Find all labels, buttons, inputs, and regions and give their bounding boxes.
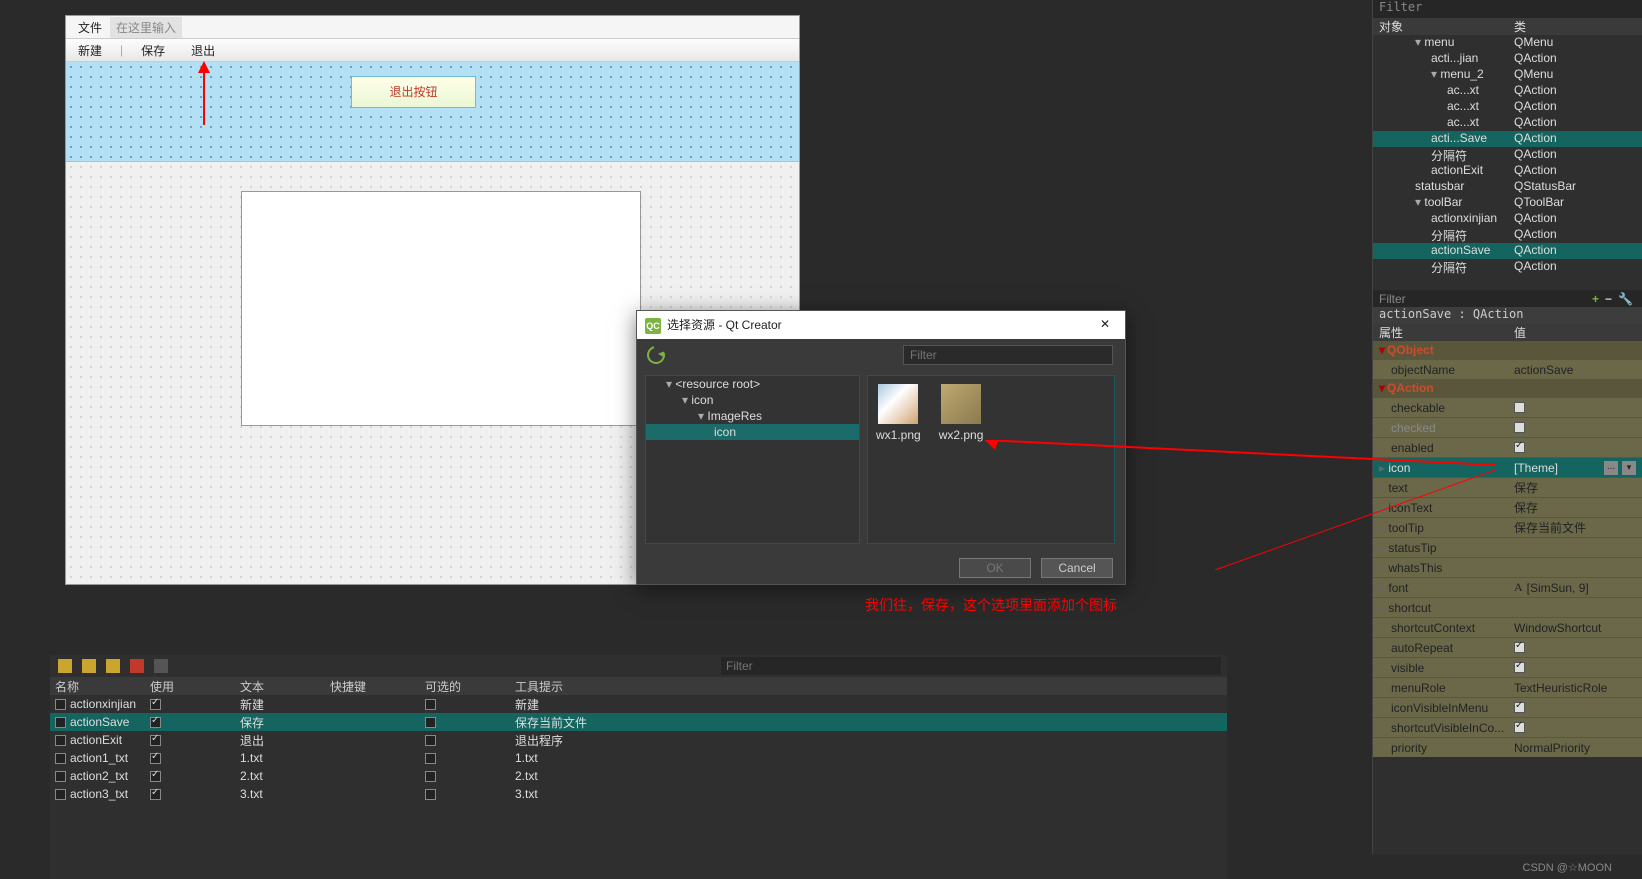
prop-row[interactable]: priorityNormalPriority (1373, 737, 1642, 757)
menu-file[interactable]: 文件 (72, 17, 108, 38)
remove-prop-icon[interactable]: − (1602, 292, 1615, 306)
thumb-wx1[interactable]: wx1.png (876, 384, 921, 442)
annotation-arrow-save (203, 65, 205, 125)
obj-row[interactable]: menuQMenu (1373, 35, 1642, 51)
obj-row[interactable]: acti...SaveQAction (1373, 131, 1642, 147)
prop-row[interactable]: shortcut (1373, 597, 1642, 617)
dialog-titlebar[interactable]: QC 选择资源 - Qt Creator ✕ (637, 311, 1125, 339)
ok-button[interactable]: OK (959, 558, 1031, 578)
prop-group[interactable]: QObject (1373, 341, 1642, 359)
browse-icon[interactable]: ... (1604, 461, 1618, 475)
prop-header: 属性值 (1373, 324, 1642, 341)
obj-header: 对象类 (1373, 18, 1642, 35)
property-editor: Filter +−🔧 actionSave : QAction 属性值 QObj… (1372, 290, 1642, 854)
dock-area: 退出按钮 (66, 62, 799, 162)
new-action-icon[interactable] (58, 659, 72, 673)
obj-row[interactable]: 分隔符QAction (1373, 147, 1642, 163)
resource-tree[interactable]: <resource root> icon ImageRes icon (645, 375, 860, 544)
tree-icon-leaf[interactable]: icon (646, 424, 859, 440)
paste-action-icon[interactable] (106, 659, 120, 673)
copy-action-icon[interactable] (82, 659, 96, 673)
action-toolbar[interactable] (50, 655, 1227, 677)
prop-row[interactable]: shortcutVisibleInCo... (1373, 717, 1642, 737)
text-edit-widget[interactable] (241, 191, 641, 426)
obj-row[interactable]: statusbarQStatusBar (1373, 179, 1642, 195)
prop-row[interactable]: visible (1373, 657, 1642, 677)
action-row[interactable]: actionExit 退出 退出程序 (50, 731, 1227, 749)
obj-filter-input[interactable]: Filter (1373, 0, 1642, 18)
action-row[interactable]: action3_txt 3.txt 3.txt (50, 785, 1227, 803)
prop-row[interactable]: text保存 (1373, 477, 1642, 497)
prop-row[interactable]: fontA [SimSun, 9] (1373, 577, 1642, 597)
action-editor: 名称 使用 文本 快捷键 可选的 工具提示 actionxinjian 新建 新… (50, 655, 1227, 879)
action-row[interactable]: actionxinjian 新建 新建 (50, 695, 1227, 713)
object-inspector: Filter 对象类 menuQMenuacti...jianQActionme… (1372, 0, 1642, 290)
qtcreator-icon: QC (645, 318, 661, 334)
cancel-button[interactable]: Cancel (1041, 558, 1113, 578)
tree-imageres[interactable]: ImageRes (646, 408, 859, 424)
prop-row[interactable]: statusTip (1373, 537, 1642, 557)
prop-filter[interactable]: Filter +−🔧 (1373, 290, 1642, 307)
tree-root[interactable]: <resource root> (646, 376, 859, 392)
dropdown-icon[interactable]: ▾ (1622, 461, 1636, 475)
prop-row[interactable]: shortcutContextWindowShortcut (1373, 617, 1642, 637)
obj-row[interactable]: menu_2QMenu (1373, 67, 1642, 83)
edit-action-icon[interactable] (154, 659, 168, 673)
action-row[interactable]: action2_txt 2.txt 2.txt (50, 767, 1227, 785)
watermark: CSDN @☆MOON (1523, 861, 1612, 874)
dialog-filter-input[interactable] (903, 345, 1113, 365)
prop-row[interactable]: whatsThis (1373, 557, 1642, 577)
prop-group[interactable]: QAction (1373, 379, 1642, 397)
refresh-icon[interactable] (644, 343, 669, 368)
action-table[interactable]: 名称 使用 文本 快捷键 可选的 工具提示 actionxinjian 新建 新… (50, 677, 1227, 879)
close-icon[interactable]: ✕ (1093, 315, 1117, 335)
action-filter-input[interactable] (721, 657, 1221, 675)
toolbar-save[interactable]: 保存 (141, 42, 165, 59)
obj-row[interactable]: 分隔符QAction (1373, 259, 1642, 275)
action-row[interactable]: actionSave 保存 保存当前文件 (50, 713, 1227, 731)
toolbar[interactable]: 新建 | 保存 退出 (66, 39, 799, 62)
prop-row[interactable]: icon[Theme]...▾ (1373, 457, 1642, 477)
menu-type-here[interactable]: 在这里输入 (110, 17, 182, 38)
prop-row[interactable]: iconVisibleInMenu (1373, 697, 1642, 717)
prop-row[interactable]: enabled (1373, 437, 1642, 457)
annotation-text: 我们往，保存，这个选项里面添加个图标 (865, 595, 1117, 615)
thumb-label: wx2.png (939, 428, 984, 442)
prop-row[interactable]: iconText保存 (1373, 497, 1642, 517)
obj-row[interactable]: ac...xtQAction (1373, 99, 1642, 115)
obj-row[interactable]: actionSaveQAction (1373, 243, 1642, 259)
resource-dialog: QC 选择资源 - Qt Creator ✕ <resource root> ic… (636, 310, 1126, 585)
tree-icon[interactable]: icon (646, 392, 859, 408)
exit-button[interactable]: 退出按钮 (351, 76, 476, 108)
obj-row[interactable]: actionExitQAction (1373, 163, 1642, 179)
resource-preview[interactable]: wx1.png wx2.png (867, 375, 1115, 544)
prop-row[interactable]: checkable (1373, 397, 1642, 417)
prop-row[interactable]: autoRepeat (1373, 637, 1642, 657)
obj-row[interactable]: actionxinjianQAction (1373, 211, 1642, 227)
obj-row[interactable]: acti...jianQAction (1373, 51, 1642, 67)
action-row[interactable]: action1_txt 1.txt 1.txt (50, 749, 1227, 767)
delete-action-icon[interactable] (130, 659, 144, 673)
prop-row[interactable]: toolTip保存当前文件 (1373, 517, 1642, 537)
dialog-title-text: 选择资源 - Qt Creator (667, 318, 782, 332)
obj-row[interactable]: ac...xtQAction (1373, 83, 1642, 99)
prop-row[interactable]: menuRoleTextHeuristicRole (1373, 677, 1642, 697)
menubar[interactable]: 文件 在这里输入 (66, 16, 799, 39)
prop-row[interactable]: checked (1373, 417, 1642, 437)
thumb-wx2[interactable]: wx2.png (939, 384, 984, 442)
prop-row[interactable]: objectNameactionSave (1373, 359, 1642, 379)
action-table-header: 名称 使用 文本 快捷键 可选的 工具提示 (50, 677, 1227, 695)
obj-row[interactable]: 分隔符QAction (1373, 227, 1642, 243)
add-prop-icon[interactable]: + (1589, 292, 1602, 306)
toolbar-new[interactable]: 新建 (78, 42, 102, 59)
prop-title: actionSave : QAction (1373, 307, 1642, 324)
obj-row[interactable]: ac...xtQAction (1373, 115, 1642, 131)
tool-prop-icon[interactable]: 🔧 (1615, 292, 1636, 306)
thumb-label: wx1.png (876, 428, 921, 442)
obj-row[interactable]: toolBarQToolBar (1373, 195, 1642, 211)
